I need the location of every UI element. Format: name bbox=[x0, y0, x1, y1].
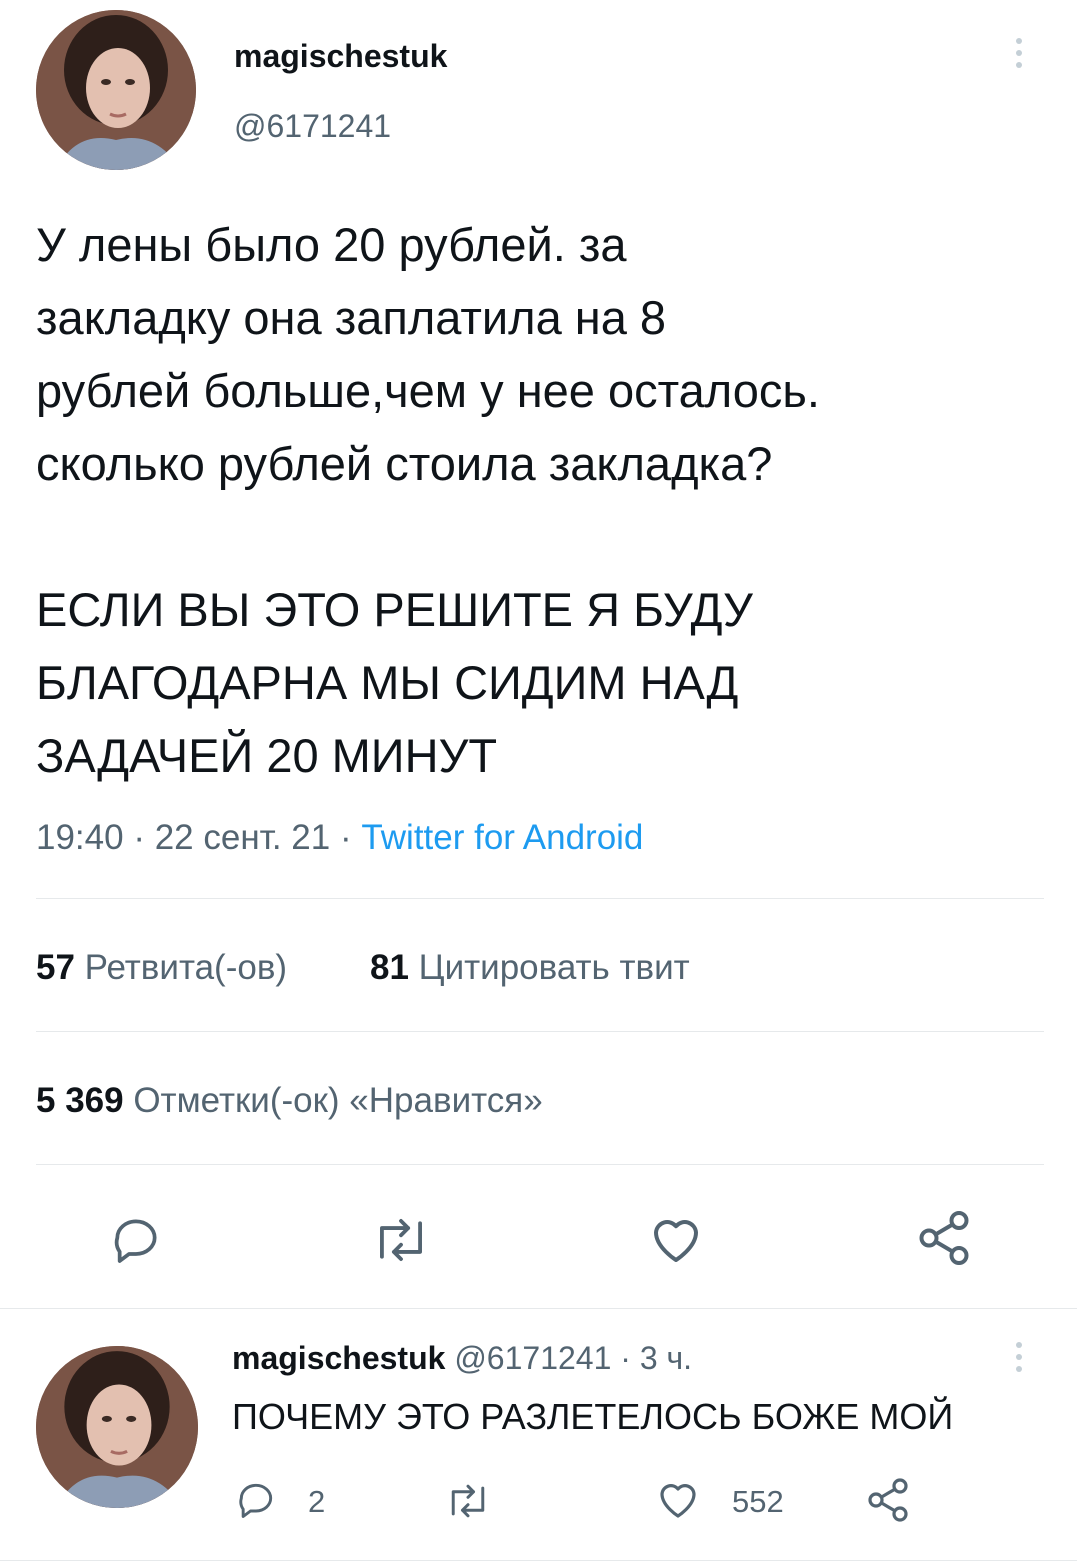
divider bbox=[36, 1164, 1044, 1165]
more-options-icon[interactable] bbox=[1016, 38, 1022, 74]
avatar-photo bbox=[36, 10, 196, 170]
meta-separator: · bbox=[133, 818, 145, 857]
reply-like-count: 552 bbox=[732, 1484, 784, 1519]
retweets-label: Ретвита(-ов) bbox=[84, 948, 288, 987]
reply-age[interactable]: 3 ч. bbox=[640, 1340, 692, 1376]
tweet-source-link[interactable]: Twitter for Android bbox=[361, 818, 643, 857]
author-avatar[interactable] bbox=[36, 10, 196, 170]
reply-more-options-icon[interactable] bbox=[1016, 1342, 1022, 1378]
divider bbox=[0, 1560, 1077, 1561]
tweet-meta: 19:40 · 22 сент. 21 · Twitter for Androi… bbox=[36, 818, 643, 858]
reply-text: ПОЧЕМУ ЭТО РАЗЛЕТЕЛОСЬ БОЖЕ МОЙ bbox=[232, 1396, 954, 1437]
divider bbox=[36, 1031, 1044, 1032]
retweets-count: 57 bbox=[36, 948, 75, 987]
likes-count: 5 369 bbox=[36, 1081, 124, 1120]
reply-header: magischestuk @6171241 · 3 ч. bbox=[232, 1340, 692, 1377]
tweet-date: 22 сент. 21 bbox=[154, 818, 331, 857]
retweet-icon[interactable] bbox=[370, 1210, 432, 1270]
tweet-text: У лены было 20 рублей. за закладку она з… bbox=[36, 218, 820, 782]
reply-author-name[interactable]: magischestuk bbox=[232, 1340, 445, 1376]
avatar-photo bbox=[36, 1346, 198, 1508]
divider bbox=[36, 898, 1044, 899]
author-handle[interactable]: @6171241 bbox=[234, 108, 391, 145]
share-icon[interactable] bbox=[914, 1208, 974, 1268]
reply-author-avatar[interactable] bbox=[36, 1346, 198, 1508]
tweet-time: 19:40 bbox=[36, 818, 124, 857]
quotes-stat[interactable]: 81 Цитировать твит bbox=[370, 948, 690, 988]
divider bbox=[0, 1308, 1077, 1309]
like-icon[interactable] bbox=[646, 1210, 706, 1270]
reply-author-handle[interactable]: @6171241 bbox=[454, 1340, 611, 1376]
likes-label: Отметки(-ок) «Нравится» bbox=[133, 1081, 543, 1120]
reply-reply-count: 2 bbox=[308, 1484, 326, 1519]
reply-like-icon[interactable] bbox=[654, 1476, 702, 1524]
quotes-count: 81 bbox=[370, 948, 409, 987]
likes-stat[interactable]: 5 369 Отметки(-ок) «Нравится» bbox=[36, 1081, 543, 1121]
meta-separator: · bbox=[620, 1340, 631, 1376]
quotes-label: Цитировать твит bbox=[418, 948, 690, 987]
author-name[interactable]: magischestuk bbox=[234, 38, 447, 75]
reply-share-icon[interactable] bbox=[864, 1476, 912, 1524]
reply-reply-icon[interactable] bbox=[234, 1478, 278, 1522]
meta-separator: · bbox=[339, 818, 352, 857]
reply-retweet-icon[interactable] bbox=[444, 1478, 492, 1524]
retweets-stat[interactable]: 57 Ретвита(-ов) bbox=[36, 948, 287, 988]
reply-icon[interactable] bbox=[108, 1212, 164, 1268]
